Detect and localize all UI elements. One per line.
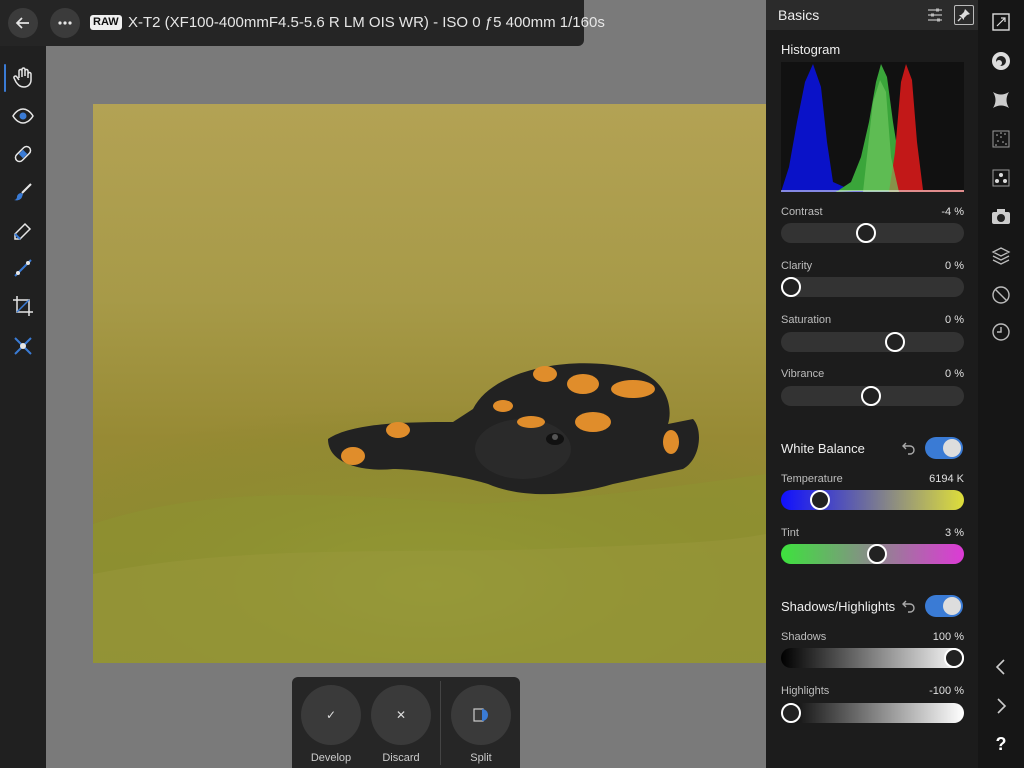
navigator-icon[interactable] (989, 10, 1013, 34)
split-icon (473, 708, 488, 722)
saturation-value: 0 % (945, 314, 964, 326)
highlights-label: Highlights (781, 685, 830, 697)
more-button[interactable] (50, 8, 80, 38)
crop-icon[interactable] (7, 290, 39, 322)
white-balance-toggle[interactable] (925, 437, 963, 459)
arrow-left-icon (15, 17, 29, 29)
overlay-icon[interactable] (7, 330, 39, 362)
contrast-value: -4 % (941, 206, 964, 218)
develop-label: Develop (310, 752, 352, 764)
tint-slider[interactable] (781, 544, 964, 564)
contrast-label: Contrast (781, 206, 823, 218)
eraser-icon[interactable] (7, 214, 39, 246)
clarity-value: 0 % (945, 260, 964, 272)
develop-button[interactable]: ✓ (301, 685, 361, 745)
histogram (781, 62, 964, 192)
tint-label: Tint (781, 527, 799, 539)
hand-icon[interactable] (7, 62, 39, 94)
highlights-value: -100 % (929, 685, 964, 697)
photo[interactable] (93, 104, 766, 663)
sliders-icon[interactable] (926, 6, 944, 24)
contrast-slider[interactable] (781, 223, 964, 243)
vibrance-slider[interactable] (781, 386, 964, 406)
clarity-knob[interactable] (781, 277, 801, 297)
reset-icon[interactable] (901, 598, 917, 614)
temperature-label: Temperature (781, 473, 843, 485)
back-button[interactable] (8, 8, 38, 38)
left-toolbar (0, 0, 46, 768)
close-icon: ✕ (395, 708, 407, 722)
vibrance-knob[interactable] (860, 386, 881, 406)
clarity-label: Clarity (781, 260, 813, 272)
reset-icon[interactable] (901, 440, 917, 456)
raw-badge: RAW (90, 15, 122, 30)
develop-toolbar: ✓ Develop ✕ Discard Split (292, 677, 520, 768)
detail-icon[interactable] (989, 166, 1013, 190)
temperature-knob[interactable] (810, 490, 831, 510)
studio-bar (978, 0, 1024, 768)
checkmark-icon: ✓ (325, 708, 337, 722)
saturation-label: Saturation (781, 314, 832, 326)
shadows-highlights-title: Shadows/Highlights (781, 599, 896, 614)
tint-knob[interactable] (867, 544, 888, 564)
color-icon[interactable] (989, 49, 1013, 73)
highlights-knob[interactable] (781, 703, 801, 723)
active-tool-marker (4, 64, 6, 92)
help-icon[interactable]: ? (989, 732, 1013, 756)
shadows-highlights-toggle[interactable] (925, 595, 963, 617)
shadows-knob[interactable] (944, 648, 964, 668)
saturation-knob[interactable] (885, 332, 906, 352)
divider (440, 681, 441, 765)
noise-icon[interactable] (989, 127, 1013, 151)
clarity-slider[interactable] (781, 277, 964, 297)
white-balance-title: White Balance (781, 441, 865, 456)
shadows-slider[interactable] (781, 648, 964, 668)
temperature-value: 6194 K (929, 473, 964, 485)
layers-icon[interactable] (989, 244, 1013, 268)
shadows-label: Shadows (781, 631, 827, 643)
gradient-icon[interactable] (7, 252, 39, 284)
histogram-title: Histogram (781, 42, 841, 57)
panel-title: Basics (778, 7, 820, 23)
chevron-right-icon[interactable] (989, 694, 1013, 718)
lens-icon[interactable] (989, 205, 1013, 229)
eye-icon[interactable] (7, 100, 39, 132)
pin-icon[interactable] (954, 5, 974, 25)
bandage-icon[interactable] (7, 138, 39, 170)
top-bar: RAW X-T2 (XF100-400mmF4.5-5.6 R LM OIS W… (0, 0, 605, 46)
camera-info: X-T2 (XF100-400mmF4.5-5.6 R LM OIS WR) -… (128, 14, 605, 31)
no-entry-icon[interactable] (989, 283, 1013, 307)
shadows-value: 100 % (932, 631, 964, 643)
vignette-icon[interactable] (989, 88, 1013, 112)
history-icon[interactable] (989, 320, 1013, 344)
vibrance-value: 0 % (945, 368, 964, 380)
chevron-left-icon[interactable] (989, 655, 1013, 679)
contrast-knob[interactable] (855, 223, 876, 243)
discard-label: Discard (382, 752, 420, 764)
more-icon (58, 21, 72, 25)
split-label: Split (470, 752, 492, 764)
temperature-slider[interactable] (781, 490, 964, 510)
discard-button[interactable]: ✕ (371, 685, 431, 745)
split-button[interactable] (451, 685, 511, 745)
highlights-slider[interactable] (781, 703, 964, 723)
vibrance-label: Vibrance (781, 368, 825, 380)
tint-value: 3 % (945, 527, 964, 539)
photo-image (93, 104, 766, 663)
brush-icon[interactable] (7, 176, 39, 208)
saturation-slider[interactable] (781, 332, 964, 352)
